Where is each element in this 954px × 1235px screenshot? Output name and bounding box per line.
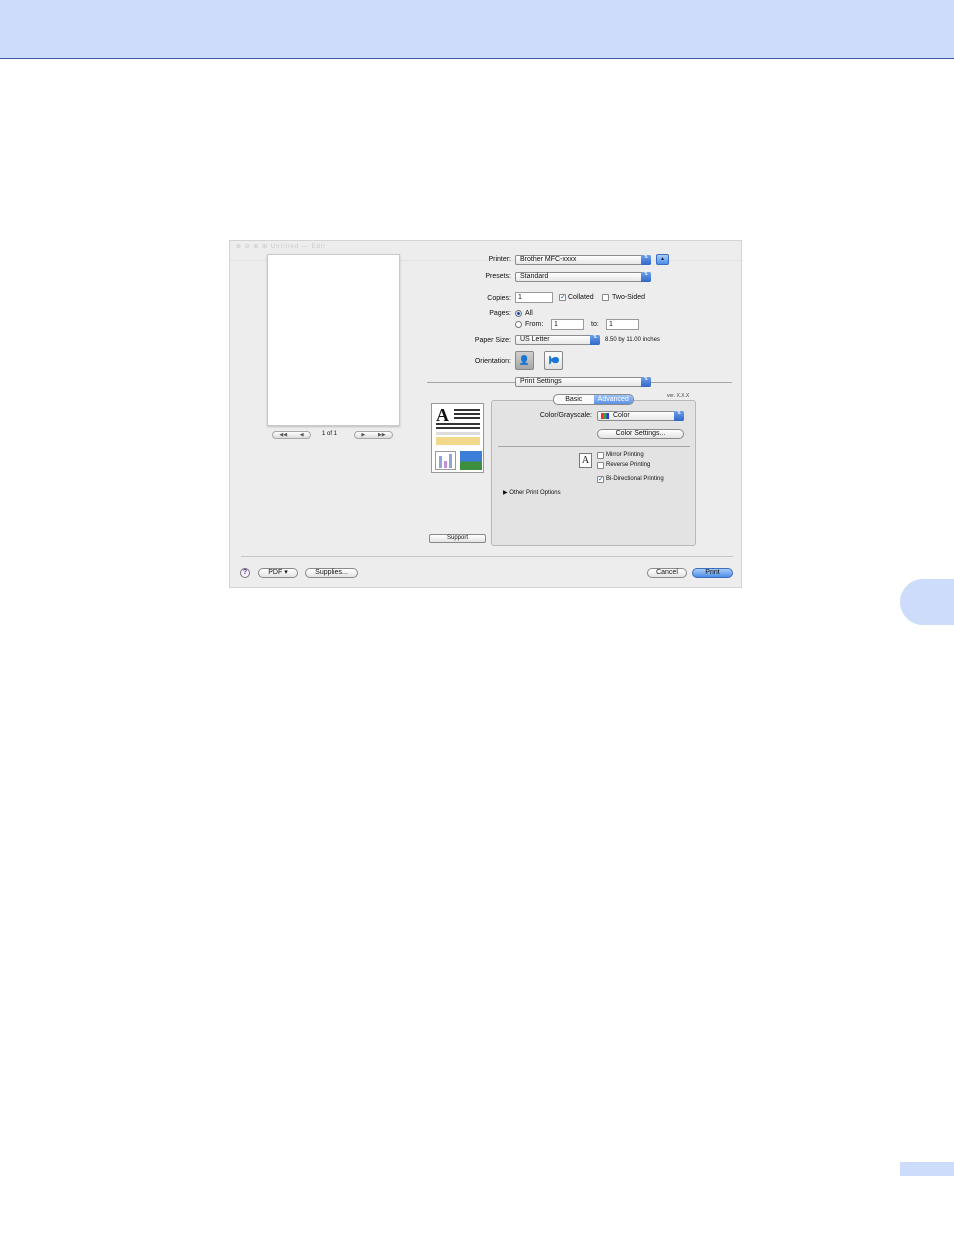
page-preview	[267, 254, 400, 426]
text-line-graphic	[454, 413, 480, 415]
orientation-portrait-button[interactable]: 👤	[515, 351, 534, 370]
orientation-label: Orientation:	[474, 358, 511, 365]
popup-arrows-icon: ⇅	[674, 411, 684, 421]
text-line-graphic	[436, 432, 480, 435]
pages-from-label: From:	[525, 321, 544, 328]
document-header-band	[0, 0, 954, 59]
printer-popup[interactable]: Brother MFC-xxxx ⇅	[515, 255, 651, 265]
pdf-button[interactable]: PDF ▾	[258, 568, 298, 578]
print-dialog: ⊗ ⊖ ⊕ ⊞ Untitled — Edit ◀◀ ◀ 1 of 1 ▶ ▶▶…	[229, 240, 743, 588]
popup-arrows-icon: ⇅	[641, 377, 651, 387]
person-landscape-icon: 👤	[549, 354, 559, 367]
help-icon[interactable]: ?	[240, 568, 250, 578]
cancel-button[interactable]: Cancel	[647, 568, 687, 578]
other-print-options-toggle[interactable]: ▶ Other Print Options	[503, 489, 561, 496]
pages-to-label: to:	[591, 321, 599, 328]
text-line-graphic	[436, 423, 480, 425]
color-grayscale-popup[interactable]: Color ⇅	[597, 411, 684, 421]
collated-checkbox[interactable]: ✓	[559, 294, 566, 301]
tab-basic[interactable]: Basic	[554, 395, 594, 404]
copies-field[interactable]: 1	[515, 292, 553, 303]
supplies-button[interactable]: Supplies...	[305, 568, 358, 578]
person-portrait-icon: 👤	[518, 355, 531, 365]
two-sided-label: Two-Sided	[612, 294, 646, 301]
bar-graphic	[444, 461, 447, 468]
color-settings-button[interactable]: Color Settings...	[597, 429, 684, 439]
landscape-photo-icon	[460, 451, 482, 470]
printer-expand-button[interactable]: ▲	[656, 254, 669, 265]
paper-size-popup[interactable]: US Letter ⇅	[515, 335, 600, 345]
mirror-printing-checkbox[interactable]	[597, 452, 604, 459]
footer-separator	[241, 556, 733, 557]
tab-advanced[interactable]: Advanced	[593, 395, 633, 404]
tab-switcher: Basic Advanced	[553, 394, 634, 405]
preview-back-buttons[interactable]: ◀◀ ◀	[272, 431, 311, 439]
bar-graphic	[449, 454, 452, 468]
mirror-printing-label: Mirror Printing	[606, 452, 644, 458]
pages-all-label: All	[525, 310, 533, 317]
popup-arrows-icon: ⇅	[641, 255, 651, 265]
document-thumbnail: A	[431, 403, 484, 473]
bar-chart-icon	[435, 451, 456, 470]
text-line-graphic	[454, 417, 480, 419]
presets-popup[interactable]: Standard ⇅	[515, 272, 651, 282]
text-line-graphic	[436, 427, 480, 429]
pages-from-field[interactable]: 1	[551, 319, 584, 330]
pages-to-field[interactable]: 1	[606, 319, 639, 330]
collated-label: Collated	[568, 294, 594, 301]
presets-value: Standard	[520, 273, 549, 280]
copies-label: Copies:	[487, 295, 511, 302]
prev-page-icon[interactable]: ◀	[300, 432, 304, 438]
settings-panel	[491, 400, 696, 546]
two-sided-checkbox[interactable]	[602, 294, 609, 301]
bidirectional-checkbox[interactable]: ✓	[597, 476, 604, 483]
paper-dimensions: 8.50 by 11.00 inches	[605, 337, 660, 343]
support-button[interactable]: Support	[429, 534, 486, 543]
paper-size-value: US Letter	[520, 336, 550, 343]
other-print-options-label: Other Print Options	[509, 490, 561, 496]
pages-all-radio[interactable]	[515, 310, 522, 317]
popup-arrows-icon: ⇅	[590, 335, 600, 345]
color-swatch-icon	[601, 413, 609, 419]
printer-label: Printer:	[488, 256, 511, 263]
first-page-icon[interactable]: ◀◀	[279, 432, 287, 438]
bar-graphic	[439, 456, 442, 468]
text-line-graphic	[454, 409, 480, 411]
last-page-icon[interactable]: ▶▶	[378, 432, 386, 438]
page-number-tab	[900, 1162, 954, 1176]
section-popup-value: Print Settings	[520, 378, 562, 385]
bidirectional-label: Bi-Directional Printing	[606, 476, 664, 482]
paper-size-label: Paper Size:	[474, 337, 511, 344]
table-graphic	[436, 437, 480, 445]
version-label: ver. X.X.X	[667, 393, 690, 399]
orientation-landscape-button[interactable]: 👤	[544, 351, 563, 370]
ghost-window-title: ⊗ ⊖ ⊕ ⊞ Untitled — Edit	[236, 244, 326, 250]
presets-label: Presets:	[485, 273, 511, 280]
popup-arrows-icon: ⇅	[641, 272, 651, 282]
preview-forward-buttons[interactable]: ▶ ▶▶	[354, 431, 393, 439]
chapter-side-tab	[900, 579, 954, 625]
pages-label: Pages:	[489, 310, 511, 317]
printer-value: Brother MFC-xxxx	[520, 256, 577, 263]
panel-separator	[498, 446, 690, 447]
pages-from-radio[interactable]	[515, 321, 522, 328]
color-grayscale-label: Color/Grayscale:	[539, 412, 592, 419]
print-button[interactable]: Print	[692, 568, 733, 578]
section-popup[interactable]: Print Settings ⇅	[515, 377, 651, 387]
color-grayscale-value: Color	[613, 412, 630, 419]
page-counter: 1 of 1	[322, 431, 338, 437]
reverse-printing-checkbox[interactable]	[597, 462, 604, 469]
mirror-preview-icon: A	[579, 453, 592, 468]
next-page-icon[interactable]: ▶	[361, 432, 365, 438]
reverse-printing-label: Reverse Printing	[606, 462, 651, 468]
